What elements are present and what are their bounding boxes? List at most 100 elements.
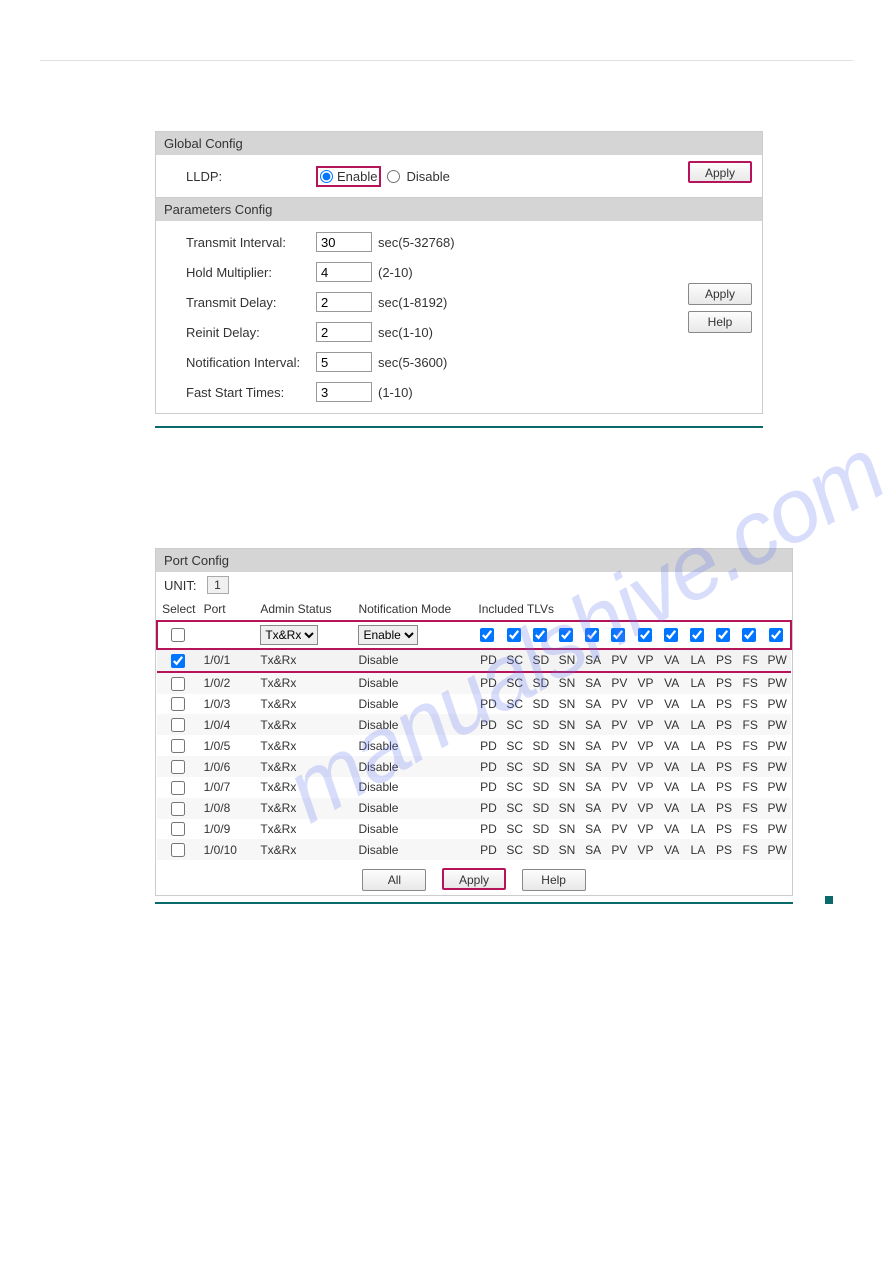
tlv-checkbox[interactable] (664, 628, 678, 642)
tlv-cell: VP (632, 798, 658, 819)
tlv-cell: SN (554, 819, 580, 840)
admin-status-cell: Tx&Rx (257, 672, 355, 694)
tlv-cell: PW (763, 819, 791, 840)
tlv-cell: LA (685, 694, 711, 715)
tlv-cell: SC (502, 839, 528, 860)
notification-mode-cell: Disable (355, 694, 475, 715)
row-select-checkbox[interactable] (171, 718, 185, 732)
tlv-cell: PV (606, 756, 632, 777)
params-apply-button[interactable]: Apply (688, 283, 752, 305)
notification-mode-cell: Disable (355, 777, 475, 798)
select-all-checkbox[interactable] (171, 628, 185, 642)
row-select-checkbox[interactable] (171, 760, 185, 774)
row-select-checkbox[interactable] (171, 654, 185, 668)
param-label: Fast Start Times: (186, 385, 316, 400)
param-input[interactable] (316, 352, 372, 372)
tlv-cell: VA (659, 839, 685, 860)
tlv-checkbox[interactable] (769, 628, 783, 642)
row-select-checkbox[interactable] (171, 802, 185, 816)
row-select-checkbox[interactable] (171, 781, 185, 795)
tlv-cell: PV (606, 839, 632, 860)
tlv-cell: SN (554, 777, 580, 798)
tlv-cell: SA (580, 756, 606, 777)
tlv-cell: PV (606, 798, 632, 819)
tlv-cell: SA (580, 649, 606, 672)
lldp-label: LLDP: (186, 169, 316, 184)
tlv-cell: PS (711, 798, 737, 819)
tlv-cell: SA (580, 735, 606, 756)
tlv-cell: VA (659, 714, 685, 735)
table-row: 1/0/6Tx&RxDisablePDSCSDSNSAPVVPVALAPSFSP… (157, 756, 791, 777)
tlv-checkbox[interactable] (742, 628, 756, 642)
tlv-cell: VP (632, 819, 658, 840)
unit-selector[interactable]: 1 (207, 576, 229, 594)
tlv-cell: FS (737, 694, 763, 715)
row-select-checkbox[interactable] (171, 843, 185, 857)
tlv-checkbox[interactable] (480, 628, 494, 642)
tlv-cell: PV (606, 672, 632, 694)
tlv-cell: SD (528, 649, 554, 672)
global-apply-button[interactable]: Apply (688, 161, 752, 183)
param-row: Reinit Delay:sec(1-10) (186, 317, 752, 347)
tlv-cell: PS (711, 839, 737, 860)
tlv-cell: LA (685, 798, 711, 819)
table-row: 1/0/4Tx&RxDisablePDSCSDSNSAPVVPVALAPSFSP… (157, 714, 791, 735)
port-apply-button[interactable]: Apply (442, 868, 506, 890)
tlv-cell: PW (763, 672, 791, 694)
tlv-cell: LA (685, 756, 711, 777)
tlv-checkbox[interactable] (638, 628, 652, 642)
param-input[interactable] (316, 232, 372, 252)
tlv-checkbox[interactable] (716, 628, 730, 642)
tlv-cell: SD (528, 756, 554, 777)
tlv-cell: LA (685, 839, 711, 860)
param-input[interactable] (316, 292, 372, 312)
tlv-cell: PV (606, 735, 632, 756)
tlv-cell: VP (632, 777, 658, 798)
admin-status-select[interactable]: Tx&Rx (260, 625, 318, 645)
tlv-checkbox[interactable] (559, 628, 573, 642)
tlv-cell: FS (737, 798, 763, 819)
param-row: Hold Multiplier:(2-10) (186, 257, 752, 287)
tlv-cell: VA (659, 756, 685, 777)
lldp-disable-group: Disable (387, 169, 449, 184)
tlv-cell: SC (502, 756, 528, 777)
tlv-cell: FS (737, 839, 763, 860)
admin-status-cell: Tx&Rx (257, 839, 355, 860)
tlv-cell: LA (685, 649, 711, 672)
tlv-cell: FS (737, 735, 763, 756)
lldp-enable-radio[interactable] (320, 170, 333, 183)
admin-status-cell: Tx&Rx (257, 694, 355, 715)
notification-mode-select[interactable]: Enable (358, 625, 418, 645)
param-input[interactable] (316, 382, 372, 402)
row-select-checkbox[interactable] (171, 697, 185, 711)
tlv-cell: SD (528, 777, 554, 798)
tlv-checkbox[interactable] (690, 628, 704, 642)
param-input[interactable] (316, 322, 372, 342)
tlv-cell: PW (763, 756, 791, 777)
notification-mode-cell: Disable (355, 819, 475, 840)
table-row: 1/0/8Tx&RxDisablePDSCSDSNSAPVVPVALAPSFSP… (157, 798, 791, 819)
all-button[interactable]: All (362, 869, 426, 891)
tlv-cell: PW (763, 777, 791, 798)
tlv-checkbox[interactable] (611, 628, 625, 642)
tlv-checkbox[interactable] (507, 628, 521, 642)
table-row: 1/0/10Tx&RxDisablePDSCSDSNSAPVVPVALAPSFS… (157, 839, 791, 860)
row-select-checkbox[interactable] (171, 677, 185, 691)
row-select-checkbox[interactable] (171, 822, 185, 836)
tlv-cell: PD (475, 798, 501, 819)
tlv-checkbox[interactable] (533, 628, 547, 642)
param-hint: (1-10) (378, 385, 413, 400)
lldp-disable-radio[interactable] (387, 170, 400, 183)
tlv-cell: PS (711, 735, 737, 756)
tlv-cell: VA (659, 649, 685, 672)
port-help-button[interactable]: Help (522, 869, 586, 891)
tlv-checkbox[interactable] (585, 628, 599, 642)
row-select-checkbox[interactable] (171, 739, 185, 753)
admin-status-cell: Tx&Rx (257, 798, 355, 819)
notification-mode-cell: Disable (355, 672, 475, 694)
tlv-cell: SA (580, 672, 606, 694)
parameters-config-title: Parameters Config (156, 198, 762, 221)
params-help-button[interactable]: Help (688, 311, 752, 333)
param-input[interactable] (316, 262, 372, 282)
table-row: 1/0/2Tx&RxDisablePDSCSDSNSAPVVPVALAPSFSP… (157, 672, 791, 694)
